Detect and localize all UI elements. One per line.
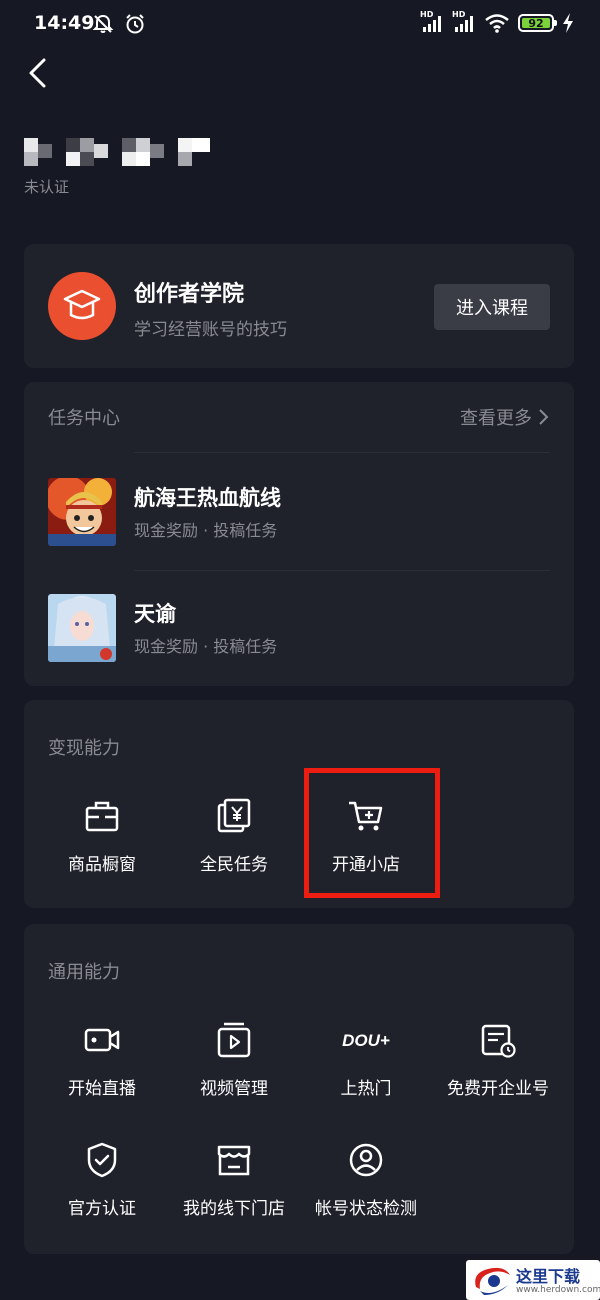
video-manage-label: 视频管理 [200,1079,268,1099]
task-thumbnail [48,478,116,546]
store-icon [217,1145,251,1176]
monetization-title: 变现能力 [48,738,120,759]
wifi-icon [485,14,509,33]
task-name: 天谕 [134,602,176,626]
divider [134,570,550,571]
signal-icon: HD [452,10,476,34]
universal-task-button[interactable]: 全民任务 [168,796,300,886]
view-more-label: 查看更多 [460,408,532,429]
official-verify-label: 官方认证 [68,1199,136,1219]
view-more-link[interactable]: 查看更多 [460,404,550,430]
task-desc: 现金奖励 · 投稿任务 [134,521,278,540]
dou-plus-icon: DOU+ [342,1031,390,1050]
showcase-label: 商品橱窗 [68,855,136,875]
video-manage-button[interactable]: 视频管理 [168,1020,300,1110]
bell-off-icon [92,14,114,33]
svg-text:DOU+: DOU+ [342,1031,390,1050]
official-verify-button[interactable]: 官方认证 [36,1140,168,1230]
task-desc: 现金奖励 · 投稿任务 [134,637,278,656]
shield-check-icon [87,1142,117,1178]
charging-icon [563,13,573,33]
enter-course-button[interactable]: 进入课程 [434,284,550,330]
chevron-right-icon [539,409,549,425]
start-live-label: 开始直播 [68,1079,136,1099]
alarm-icon [126,14,144,34]
user-name-blurred [24,138,210,166]
general-title: 通用能力 [48,962,120,983]
showcase-icon [85,801,119,832]
start-live-button[interactable]: 开始直播 [36,1020,168,1110]
general-abilities-card: 通用能力 开始直播 视频管理 DOU+ 上热门 免费开企业号 官方认证 我的线下… [24,924,574,1254]
divider [134,452,550,453]
signal-icon: HD [420,10,444,34]
enterprise-account-button[interactable]: 免费开企业号 [432,1020,564,1110]
task-item[interactable]: 天谕 现金奖励 · 投稿任务 [48,594,548,664]
site-watermark: 这里下载 www.herdown.com [466,1260,600,1300]
task-name: 航海王热血航线 [134,486,281,510]
enterprise-icon [481,1024,516,1058]
watermark-text: 这里下载 [516,1267,581,1286]
universal-task-label: 全民任务 [200,855,268,875]
highlight-box [304,768,440,898]
offline-store-button[interactable]: 我的线下门店 [168,1140,300,1230]
battery-level: 92 [528,16,544,30]
academy-title: 创作者学院 [134,282,245,307]
monetization-card: 变现能力 商品橱窗 全民任务 开通小店 [24,700,574,908]
task-thumbnail [48,594,116,662]
task-center-title: 任务中心 [48,408,120,429]
enterprise-label: 免费开企业号 [447,1079,549,1099]
creator-academy-card[interactable]: 创作者学院 学习经营账号的技巧 进入课程 [24,244,574,368]
task-item[interactable]: 航海王热血航线 现金奖励 · 投稿任务 [48,478,548,548]
battery-icon: 92 [518,14,557,32]
watermark-url: www.herdown.com [516,1285,600,1295]
watermark-logo-icon [475,1267,510,1295]
dou-plus-button[interactable]: DOU+ 上热门 [300,1020,432,1110]
showcase-button[interactable]: 商品橱窗 [36,796,168,886]
status-bar: 14:49 HD HD 92 [0,0,600,50]
camera-icon [84,1028,120,1052]
status-time: 14:49 [34,12,95,34]
back-button[interactable] [22,56,56,90]
task-center-card: 任务中心 查看更多 航海王热血航线 现金奖励 · 投稿任务 天谕 现金奖励 · … [24,382,574,686]
user-check-icon [349,1143,383,1177]
account-status-button[interactable]: 帐号状态检测 [300,1140,432,1230]
dou-plus-label: 上热门 [340,1079,392,1099]
verification-status: 未认证 [24,178,70,196]
video-manage-icon [217,1022,251,1058]
offline-store-label: 我的线下门店 [183,1199,285,1219]
academy-subtitle: 学习经营账号的技巧 [134,320,287,340]
yuan-task-icon [217,798,251,833]
account-status-label: 帐号状态检测 [315,1199,417,1219]
chevron-left-icon [29,58,46,88]
graduation-cap-icon [48,272,116,340]
